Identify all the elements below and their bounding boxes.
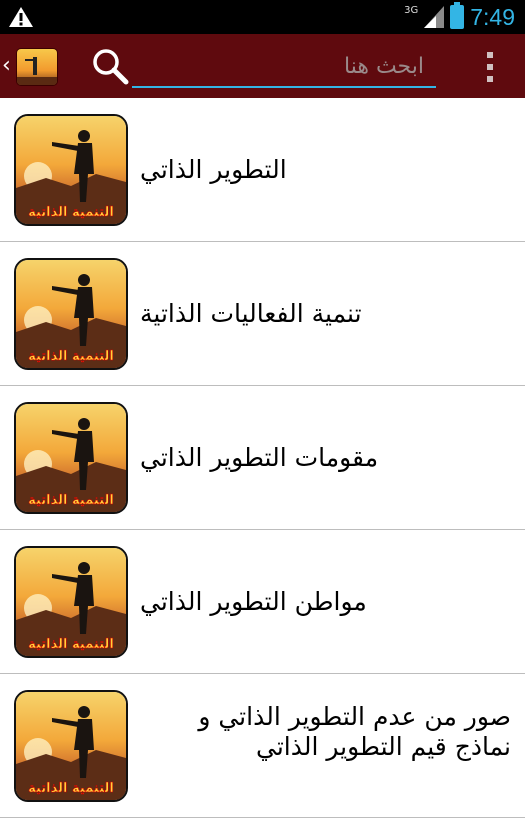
list-item[interactable]: التنمية الذاتية تنمية الفعاليات الذاتية (0, 242, 525, 386)
search-input[interactable] (132, 46, 436, 86)
app-icon[interactable] (16, 48, 58, 86)
svg-text:التنمية الذاتية: التنمية الذاتية (28, 349, 114, 364)
svg-text:التنمية الذاتية: التنمية الذاتية (28, 637, 114, 652)
status-bar: 3G 7:49 (0, 0, 525, 34)
list-item[interactable]: التنمية الذاتية مواطن التطوير الذاتي (0, 530, 525, 674)
list-item[interactable]: التنمية الذاتية مقومات التطوير الذاتي (0, 386, 525, 530)
list-item[interactable]: التنمية الذاتية صور من عدم التطوير الذات… (0, 674, 525, 818)
item-title: تنمية الفعاليات الذاتية (140, 299, 362, 328)
topic-thumbnail: التنمية الذاتية (14, 546, 128, 658)
topic-thumbnail: التنمية الذاتية (14, 690, 128, 802)
chevron-left-icon[interactable]: ‹ (2, 52, 14, 80)
item-title-line-2: نماذج قيم التطوير الذاتي (256, 732, 511, 761)
list-item[interactable]: التنمية الذاتية التطوير الذاتي (0, 98, 525, 242)
battery-icon (450, 2, 465, 29)
topic-thumbnail: التنمية الذاتية (14, 114, 128, 226)
item-title: التطوير الذاتي (140, 155, 287, 184)
signal-icon (424, 6, 445, 28)
topic-thumbnail: التنمية الذاتية (14, 402, 128, 514)
clock: 7:49 (470, 3, 515, 30)
svg-text:التنمية الذاتية: التنمية الذاتية (28, 781, 114, 796)
network-type-label: 3G (404, 4, 419, 16)
overflow-menu-icon[interactable] (485, 52, 495, 82)
svg-text:التنمية الذاتية: التنمية الذاتية (28, 205, 114, 220)
item-title-line-1: صور من عدم التطوير الذاتي و (198, 702, 511, 731)
warning-icon (9, 7, 33, 27)
topic-thumbnail: التنمية الذاتية (14, 258, 128, 370)
item-title: مواطن التطوير الذاتي (140, 587, 367, 616)
action-bar: ‹ (0, 34, 525, 98)
svg-text:التنمية الذاتية: التنمية الذاتية (28, 493, 114, 508)
search-icon[interactable] (90, 46, 130, 86)
search-field[interactable] (132, 46, 436, 88)
item-title: مقومات التطوير الذاتي (140, 443, 379, 472)
topic-list: التنمية الذاتية التطوير الذاتي التنمية ا… (0, 98, 525, 818)
